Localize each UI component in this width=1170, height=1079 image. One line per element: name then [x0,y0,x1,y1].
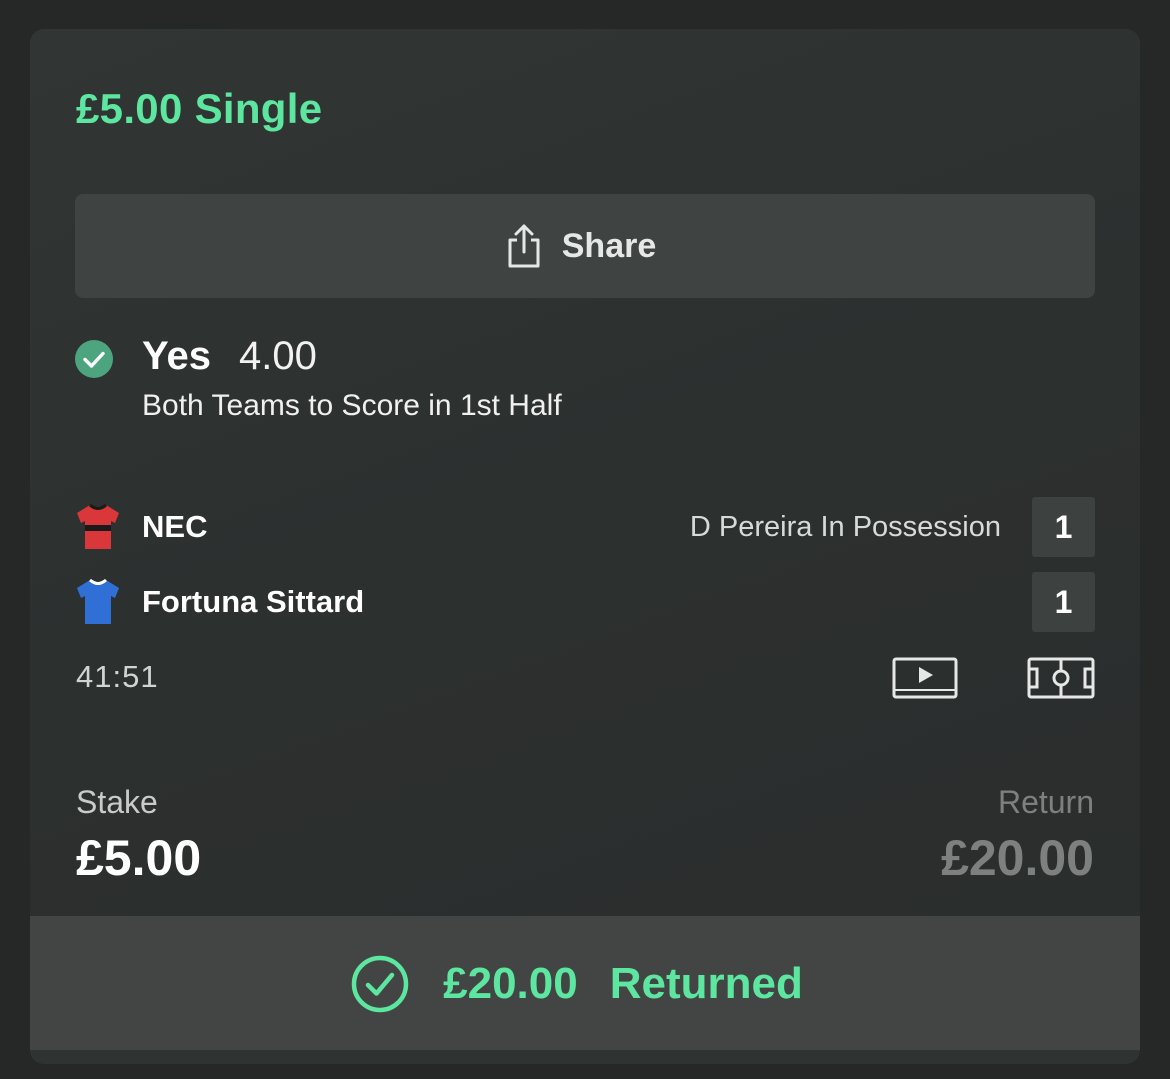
home-team-name: NEC [142,509,208,544]
check-circle-icon [75,340,113,378]
home-team-row: NEC D Pereira In Possession 1 [75,497,1095,557]
stake-label: Stake [76,784,158,820]
market-name: Both Teams to Score in 1st Half [142,389,562,422]
possession-text: D Pereira In Possession [689,511,1001,543]
returned-label: Returned [609,958,803,1008]
away-shirt-icon [77,578,119,624]
check-circle-outline-icon [351,955,409,1012]
return-value: £20.00 [941,830,1094,886]
pitch-icon[interactable] [1027,657,1095,699]
share-label: Share [561,226,657,265]
selection-odds: 4.00 [238,334,317,378]
share-button[interactable]: Share [75,194,1095,298]
returned-amount: £20.00 [443,958,578,1008]
stake-value: £5.00 [76,830,202,886]
match-clock: 41:51 [76,659,159,694]
returned-banner: £20.00 Returned [30,916,1140,1051]
selection: Yes 4.00 [142,334,317,379]
return-label: Return [997,784,1094,820]
card-shadow [30,1050,1140,1064]
bet-title: £5.00 Single [76,85,323,132]
bet-card: £5.00 Single Share Yes 4.00 Both Teams to… [30,29,1140,1064]
away-team-name: Fortuna Sittard [142,584,365,619]
selection-name: Yes [142,334,211,378]
home-score: 1 [1032,497,1095,557]
away-team-row: Fortuna Sittard 1 [75,572,1095,632]
video-play-icon[interactable] [892,657,958,699]
share-icon [508,224,540,268]
away-score: 1 [1032,572,1095,632]
home-shirt-icon [77,503,119,549]
